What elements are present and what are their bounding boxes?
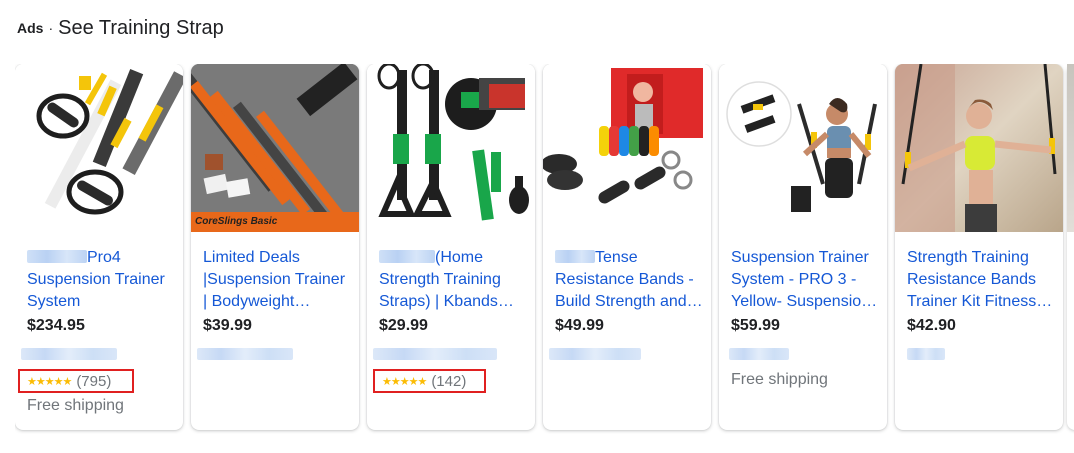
product-image-1[interactable]: [15, 64, 183, 232]
product-carousel: Pro4 Suspension Trainer System $234.95 ★…: [15, 64, 1074, 434]
product-price-5: $59.99: [731, 317, 780, 334]
product-card-6[interactable]: Strength Training Resistance Bands Train…: [895, 64, 1063, 430]
coreslings-image: [191, 64, 359, 232]
blurred-seller-2: [197, 348, 293, 360]
product-image-3[interactable]: [367, 64, 535, 232]
product-card-1[interactable]: Pro4 Suspension Trainer System $234.95 ★…: [15, 64, 183, 430]
woman-training-image: [895, 64, 1063, 232]
kbands-straps-image: [367, 64, 535, 232]
blurred-seller-1: [21, 348, 117, 360]
product-image-4[interactable]: [543, 64, 711, 232]
product-price-4: $49.99: [555, 317, 604, 334]
ads-label: Ads: [17, 20, 44, 36]
product-title-4[interactable]: Tense Resistance Bands - Build Strength …: [555, 247, 703, 313]
product-price-2: $39.99: [203, 317, 252, 334]
rating-highlight-1: ★★★★★ (795): [18, 369, 134, 393]
product-image-2[interactable]: CoreSlings Basic: [191, 64, 359, 232]
product-title-2[interactable]: Limited Deals |Suspension Trainer | Body…: [203, 247, 351, 313]
product-card-5[interactable]: Suspension Trainer System - PRO 3 - Yell…: [719, 64, 887, 430]
product-card-3[interactable]: (Home Strength Training Straps) | Kbands…: [367, 64, 535, 430]
product-image-7-partial: [1067, 64, 1074, 232]
rating-count-3: (142): [431, 372, 467, 390]
product-image-6[interactable]: [895, 64, 1063, 232]
product-card-4[interactable]: Tense Resistance Bands - Build Strength …: [543, 64, 711, 430]
brand-banner-text: CoreSlings Basic: [195, 216, 278, 227]
product-title-5[interactable]: Suspension Trainer System - PRO 3 - Yell…: [731, 247, 879, 313]
header-title[interactable]: See Training Strap: [58, 17, 224, 40]
header-separator: ·: [48, 20, 54, 36]
pro3-trainer-image: [719, 64, 887, 232]
product-title-6[interactable]: Strength Training Resistance Bands Train…: [907, 247, 1055, 313]
product-title-3[interactable]: (Home Strength Training Straps) | Kbands…: [379, 247, 527, 313]
blurred-seller-3: [373, 348, 497, 360]
product-price-3: $29.99: [379, 317, 428, 334]
rating-highlight-3: ★★★★★ (142): [373, 369, 486, 393]
blurred-brand: [27, 250, 87, 263]
blurred-brand: [555, 250, 595, 263]
blurred-brand: [379, 250, 435, 263]
product-card-2[interactable]: CoreSlings Basic Limited Deals |Suspensi…: [191, 64, 359, 430]
product-image-5[interactable]: [719, 64, 887, 232]
product-card-7-partial[interactable]: [1067, 64, 1074, 430]
resistance-bands-image: [543, 64, 711, 232]
ads-header: Ads · See Training Strap: [17, 14, 224, 42]
star-rating-icon: ★★★★★: [27, 375, 72, 388]
star-rating-icon: ★★★★★: [382, 375, 427, 388]
blurred-seller-6: [907, 348, 945, 360]
rating-count-1: (795): [76, 372, 112, 390]
free-shipping-5: Free shipping: [731, 371, 828, 388]
blurred-seller-5: [729, 348, 789, 360]
blurred-seller-4: [549, 348, 641, 360]
product-price-6: $42.90: [907, 317, 956, 334]
free-shipping-1: Free shipping: [27, 397, 124, 414]
product-price-1: $234.95: [27, 317, 85, 334]
product-title-1[interactable]: Pro4 Suspension Trainer System: [27, 247, 175, 313]
suspension-trainer-image: [15, 64, 183, 232]
